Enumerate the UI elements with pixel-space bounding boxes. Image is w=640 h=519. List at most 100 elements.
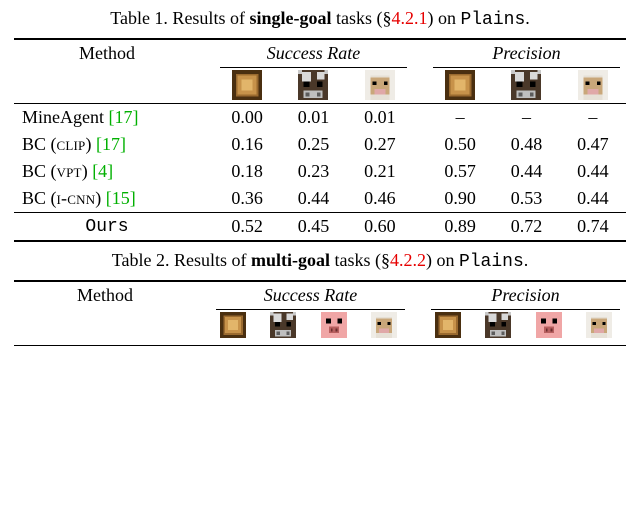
log-icon [220,312,250,342]
col-icon [526,309,576,346]
col-icon [214,67,280,104]
cell: 0.89 [427,213,493,242]
table-row: BC (clip) [17] 0.16 0.25 0.27 0.50 0.48 … [14,131,626,158]
table-row: MineAgent [17] 0.00 0.01 0.01 – – – [14,104,626,132]
col-icon [311,309,361,346]
table1-caption: Table 1. Results of single-goal tasks (§… [14,8,626,30]
cell: 0.57 [427,158,493,185]
header-method: Method [14,281,196,309]
cell: 0.72 [493,213,559,242]
cell: 0.27 [347,131,413,158]
table1: Method Success Rate Precision MineAgent … [14,38,626,242]
caption-text: tasks (§ [330,250,390,270]
sheep-icon [365,70,395,100]
cow-icon [298,70,328,100]
cell: 0.01 [280,104,346,132]
method-name: MineAgent [22,107,104,127]
cell: 0.44 [493,158,559,185]
caption-text: ) on [427,8,460,28]
cell: 0.21 [347,158,413,185]
table-row: BC (i-cnn) [15] 0.36 0.44 0.46 0.90 0.53… [14,185,626,213]
caption-text: . [525,8,530,28]
cell: 0.44 [560,185,626,213]
table-row: BC (vpt) [4] 0.18 0.23 0.21 0.57 0.44 0.… [14,158,626,185]
cell: 0.45 [280,213,346,242]
caption-bold: multi-goal [251,250,330,270]
caption-text: . [524,250,529,270]
header-success-rate: Success Rate [210,281,411,309]
cow-icon [511,70,541,100]
cell: 0.44 [560,158,626,185]
cell: 0.46 [347,185,413,213]
cell: 0.60 [347,213,413,242]
header-success-rate: Success Rate [214,39,413,67]
method-name: BC (i-cnn) [22,188,101,208]
header-icons-row [14,67,626,104]
sheep-icon [578,70,608,100]
cell: 0.52 [214,213,280,242]
pig-icon [536,312,566,342]
col-icon [260,309,310,346]
log-icon [232,70,262,100]
cell: – [427,104,493,132]
cell: 0.74 [560,213,626,242]
sheep-icon [586,312,616,342]
method-name: BC (vpt) [22,161,88,181]
col-icon [425,309,475,346]
cow-icon [485,312,515,342]
col-icon [475,309,525,346]
method-name: BC (clip) [22,134,92,154]
caption-text: tasks (§ [331,8,391,28]
table-header-row: Method Success Rate Precision [14,281,626,309]
cite-link[interactable]: [4] [92,161,113,181]
caption-section-ref: 4.2.1 [391,8,427,28]
col-icon [560,67,626,104]
cell: 0.47 [560,131,626,158]
col-icon [361,309,411,346]
cell: 0.23 [280,158,346,185]
col-icon [493,67,559,104]
table-row-ours: Ours 0.52 0.45 0.60 0.89 0.72 0.74 [14,213,626,242]
cell: 0.48 [493,131,559,158]
cell: – [493,104,559,132]
cell: 0.44 [280,185,346,213]
cow-icon [270,312,300,342]
table2-caption: Table 2. Results of multi-goal tasks (§4… [14,250,626,272]
col-icon [347,67,413,104]
col-icon [427,67,493,104]
header-icons-row [14,309,626,346]
cell: 0.18 [214,158,280,185]
cell: 0.90 [427,185,493,213]
log-icon [445,70,475,100]
table2-block: Table 2. Results of multi-goal tasks (§4… [14,250,626,346]
col-icon [576,309,626,346]
header-method: Method [14,39,200,67]
header-precision: Precision [425,281,626,309]
table1-block: Table 1. Results of single-goal tasks (§… [14,8,626,242]
col-icon [210,309,260,346]
caption-bold: single-goal [249,8,331,28]
cell: – [560,104,626,132]
cell: 0.01 [347,104,413,132]
caption-text: Table 1. Results of [110,8,249,28]
cell: 0.53 [493,185,559,213]
cell: 0.00 [214,104,280,132]
cite-link[interactable]: [15] [106,188,136,208]
cell: 0.50 [427,131,493,158]
caption-text: Table 2. Results of [112,250,251,270]
table-header-row: Method Success Rate Precision [14,39,626,67]
cell: 0.36 [214,185,280,213]
caption-env: Plains [459,252,524,272]
cell: 0.25 [280,131,346,158]
log-icon [435,312,465,342]
col-icon [280,67,346,104]
caption-text: ) on [426,250,459,270]
cell: 0.16 [214,131,280,158]
cite-link[interactable]: [17] [96,134,126,154]
pig-icon [321,312,351,342]
table2: Method Success Rate Precision [14,280,626,346]
caption-env: Plains [460,10,525,30]
cite-link[interactable]: [17] [108,107,138,127]
method-name-ours: Ours [14,213,200,242]
caption-section-ref: 4.2.2 [390,250,426,270]
